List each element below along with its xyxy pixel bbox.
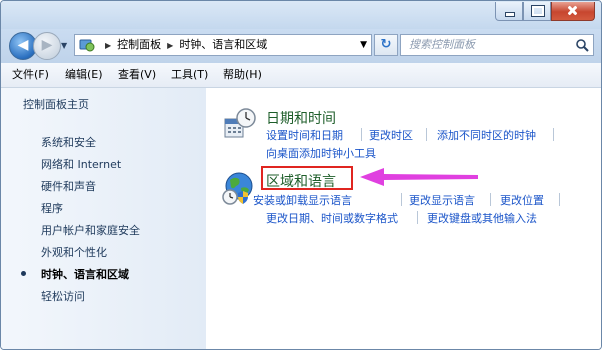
sidebar-item-hardware-sound[interactable]: 硬件和声音: [41, 178, 96, 194]
search-box[interactable]: 搜索控制面板: [400, 34, 594, 56]
link-separator: [401, 193, 402, 206]
category-title-date-time[interactable]: 日期和时间: [266, 108, 336, 128]
sidebar-item-programs[interactable]: 程序: [41, 200, 63, 216]
sidebar-item-appearance[interactable]: 外观和个性化: [41, 244, 107, 260]
window-controls: [495, 2, 595, 21]
main-content: 日期和时间 设置时间和日期 更改时区 添加不同时区的时钟 向桌面添加时钟小工具 …: [207, 88, 601, 349]
link-separator: [559, 193, 560, 206]
sidebar-item-user-accounts[interactable]: 用户帐户和家庭安全: [41, 222, 140, 238]
link-add-clocks[interactable]: 添加不同时区的时钟: [437, 127, 536, 143]
menu-help[interactable]: 帮助(H): [223, 63, 262, 87]
link-change-display-language[interactable]: 更改显示语言: [409, 192, 475, 208]
close-button[interactable]: [551, 2, 595, 21]
address-bar[interactable]: ▶ 控制面板 ▶ 时钟、语言和区域 ▼: [74, 34, 372, 56]
link-separator: [426, 128, 427, 141]
menu-bar: 文件(F) 编辑(E) 查看(V) 工具(T) 帮助(H): [1, 63, 601, 88]
link-separator: [361, 128, 362, 141]
link-change-keyboard[interactable]: 更改键盘或其他输入法: [427, 210, 537, 226]
pink-arrow-icon: [360, 168, 478, 186]
sidebar-item-clock-language-region: 时钟、语言和区域: [41, 268, 129, 281]
shield-icon: [238, 191, 248, 204]
link-separator: [490, 193, 491, 206]
link-install-display-language[interactable]: 安装或卸载显示语言: [253, 192, 352, 208]
control-panel-icon: [79, 39, 95, 52]
sidebar-item-system-security[interactable]: 系统和安全: [41, 134, 96, 150]
menu-tools[interactable]: 工具(T): [171, 63, 208, 87]
link-change-timezone[interactable]: 更改时区: [369, 127, 413, 143]
search-placeholder: 搜索控制面板: [409, 38, 475, 51]
breadcrumb-separator-icon: ▶: [167, 41, 174, 50]
menu-view[interactable]: 查看(V): [118, 63, 156, 87]
link-change-location[interactable]: 更改位置: [500, 192, 544, 208]
link-add-clock-gadget[interactable]: 向桌面添加时钟小工具: [266, 145, 376, 161]
menu-edit[interactable]: 编辑(E): [65, 63, 103, 87]
control-panel-window: ◀ ▶ ▼ ▶ 控制面板 ▶ 时钟、语言和区域 ▼ ↻ 搜索控制面板 文件(F) 编辑…: [0, 0, 602, 350]
sidebar: 控制面板主页 系统和安全 网络和 Internet 硬件和声音 程序 用户帐户和…: [1, 88, 206, 349]
address-dropdown-icon[interactable]: ▼: [360, 35, 367, 55]
search-icon[interactable]: [575, 38, 589, 52]
history-dropdown-icon[interactable]: ▼: [61, 41, 67, 50]
sidebar-item-ease-of-access[interactable]: 轻松访问: [41, 288, 85, 304]
breadcrumb-item-control-panel[interactable]: 控制面板: [117, 38, 161, 51]
breadcrumb-separator-icon: ▶: [105, 41, 112, 50]
breadcrumb: ▶ 控制面板 ▶ 时钟、语言和区域: [99, 35, 267, 55]
link-separator: [417, 211, 418, 224]
minimize-button[interactable]: [495, 2, 523, 21]
breadcrumb-item-clock-language-region[interactable]: 时钟、语言和区域: [179, 38, 267, 51]
maximize-button[interactable]: [523, 2, 551, 21]
link-separator: [553, 128, 554, 141]
link-set-time-date[interactable]: 设置时间和日期: [266, 127, 343, 143]
sidebar-item-network-internet[interactable]: 网络和 Internet: [41, 156, 121, 172]
menu-file[interactable]: 文件(F): [12, 63, 49, 87]
sidebar-home-link[interactable]: 控制面板主页: [23, 96, 89, 112]
refresh-icon: ↻: [380, 37, 392, 52]
forward-button[interactable]: ▶: [33, 32, 61, 60]
forward-arrow-icon: ▶: [41, 37, 53, 53]
title-bar: [1, 1, 601, 29]
navigation-bar: ◀ ▶ ▼ ▶ 控制面板 ▶ 时钟、语言和区域 ▼ ↻ 搜索控制面板: [1, 29, 601, 63]
highlight-box: [261, 166, 353, 190]
link-change-date-time-format[interactable]: 更改日期、时间或数字格式: [266, 210, 398, 226]
current-item-bullet-icon: [21, 271, 26, 276]
refresh-button[interactable]: ↻: [374, 34, 398, 56]
clock-calendar-icon: [224, 108, 256, 138]
